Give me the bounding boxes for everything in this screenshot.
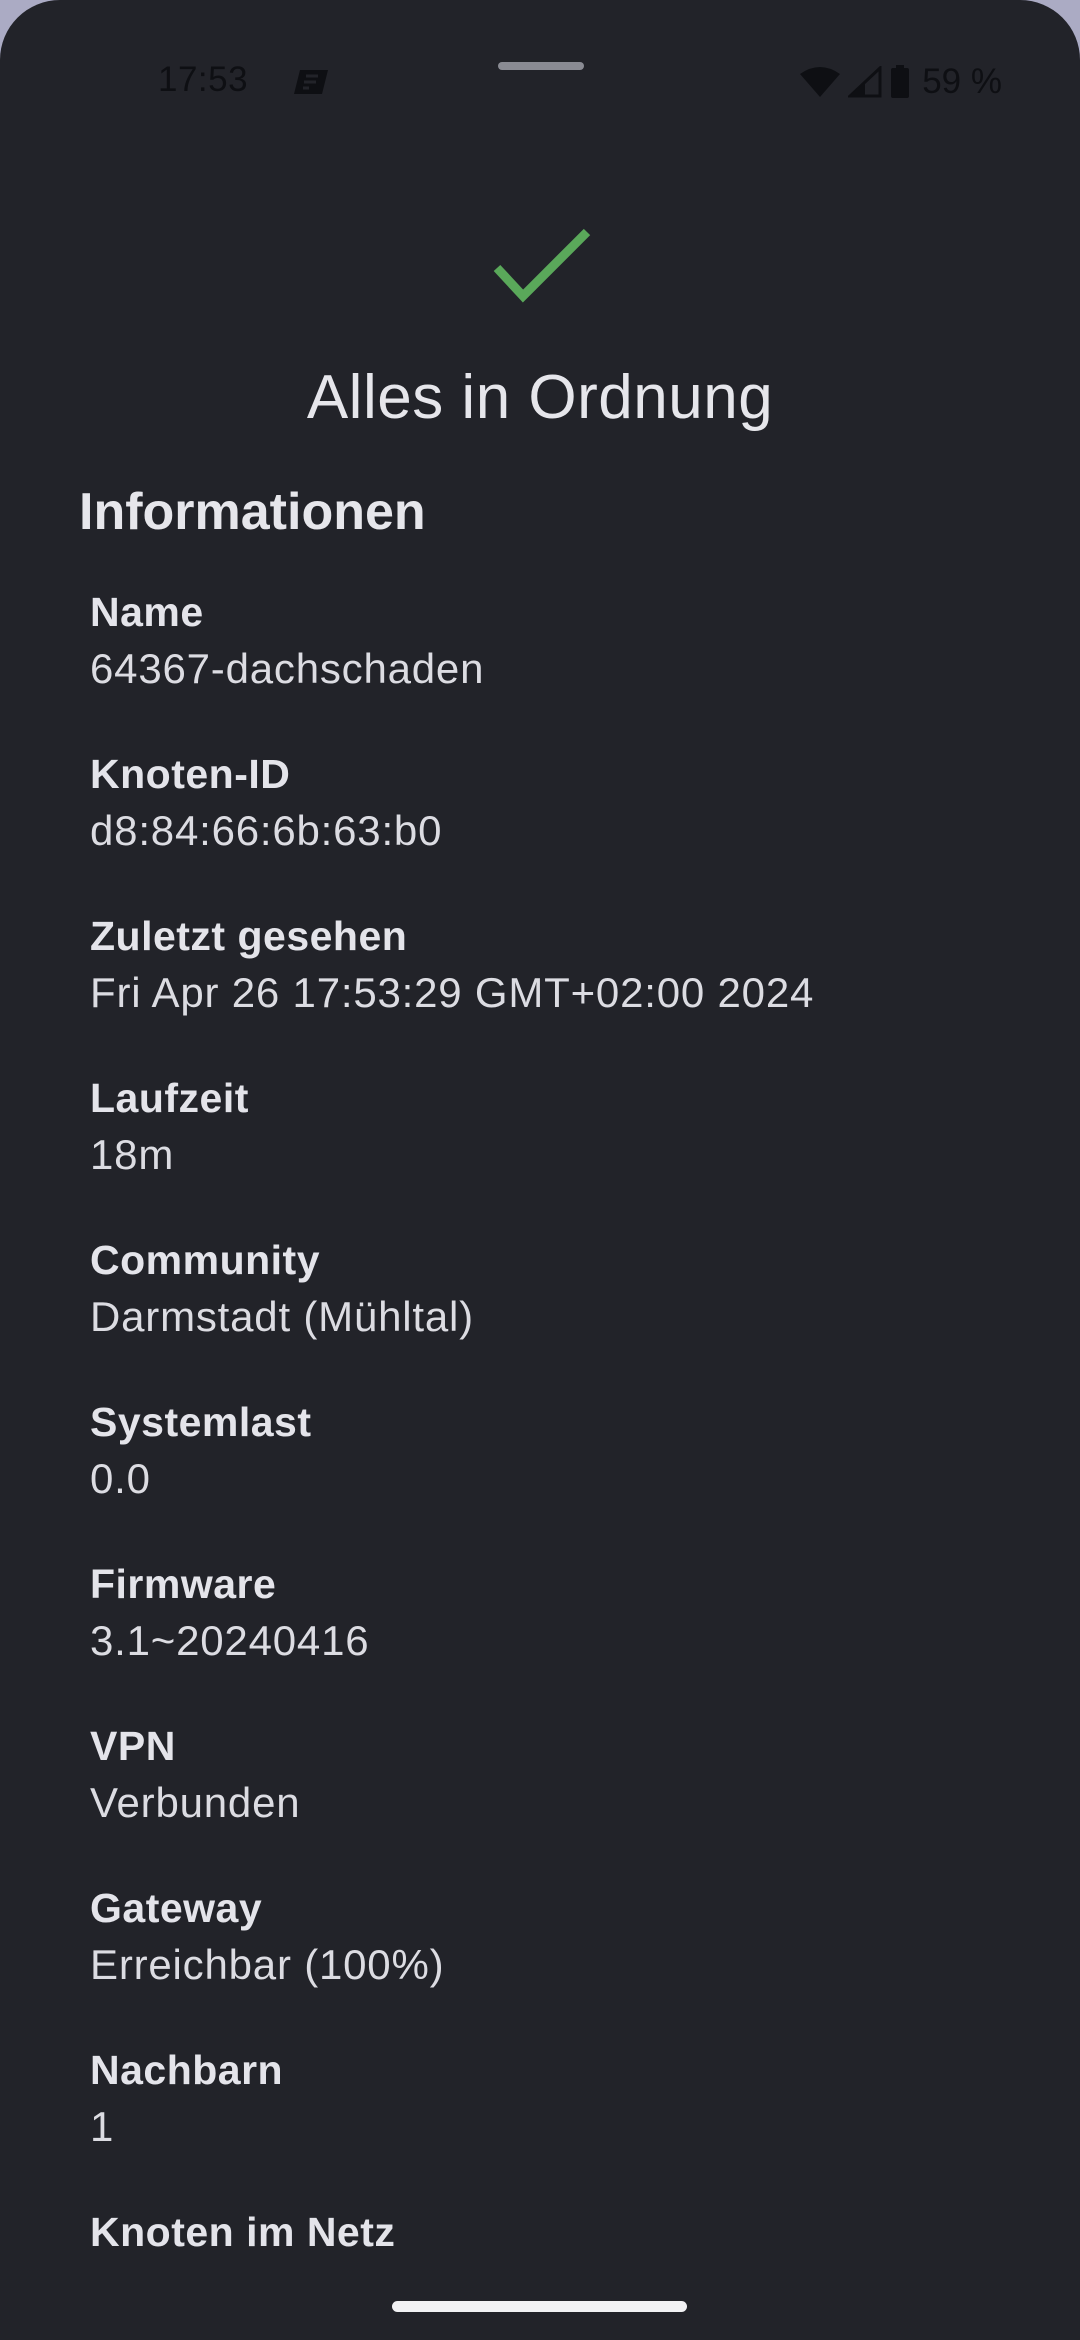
info-item-vpn: VPN Verbunden [90,1719,1030,1881]
status-time: 17:53 [158,60,249,99]
info-value: 0.0 [90,1455,151,1502]
info-item-nodes-in-network: Knoten im Netz [90,2205,1030,2340]
info-label: VPN [90,1723,176,1769]
info-label: Zuletzt gesehen [90,913,408,959]
info-value: 3.1~20240416 [90,1617,370,1664]
info-value: Verbunden [90,1779,301,1826]
app-notification-icon [294,70,328,94]
info-item-name: Name 64367-dachschaden [90,585,1030,747]
info-item-community: Community Darmstadt (Mühltal) [90,1233,1030,1395]
battery-icon [891,65,910,98]
info-value: d8:84:66:6b:63:b0 [90,807,443,854]
wifi-icon [800,67,841,97]
section-title: Informationen [79,483,426,541]
info-label: Nachbarn [90,2047,284,2093]
drag-handle[interactable] [498,62,584,70]
cell-signal-icon [848,66,882,98]
info-label: Community [90,1237,320,1283]
info-label: Knoten im Netz [90,2209,396,2255]
info-label: Knoten-ID [90,751,291,797]
info-label: Laufzeit [90,1075,249,1121]
info-item-gateway: Gateway Erreichbar (100%) [90,1881,1030,2043]
home-indicator[interactable] [392,2301,687,2312]
info-list: Name 64367-dachschaden Knoten-ID d8:84:6… [90,585,1030,2340]
info-item-last-seen: Zuletzt gesehen Fri Apr 26 17:53:29 GMT+… [90,909,1030,1071]
bottom-sheet: 17:53 59 % Alles in Ordnung Informatione… [0,0,1080,2340]
info-value: 64367-dachschaden [90,645,485,692]
info-label: Gateway [90,1885,263,1931]
info-value: 1 [90,2103,115,2150]
status-icons: 59 % [800,60,1002,104]
info-label: Systemlast [90,1399,312,1445]
info-label: Firmware [90,1561,277,1607]
info-value: Fri Apr 26 17:53:29 GMT+02:00 2024 [90,969,815,1016]
check-icon [493,228,591,303]
info-item-firmware: Firmware 3.1~20240416 [90,1557,1030,1719]
info-value: Erreichbar (100%) [90,1941,445,1988]
info-item-uptime: Laufzeit 18m [90,1071,1030,1233]
status-title: Alles in Ordnung [306,363,774,432]
info-item-neighbors: Nachbarn 1 [90,2043,1030,2205]
battery-percentage: 59 % [922,62,1002,101]
info-value: Darmstadt (Mühltal) [90,1293,474,1340]
info-label: Name [90,589,204,635]
info-item-node-id: Knoten-ID d8:84:66:6b:63:b0 [90,747,1030,909]
info-value: 18m [90,1131,175,1178]
info-item-system-load: Systemlast 0.0 [90,1395,1030,1557]
